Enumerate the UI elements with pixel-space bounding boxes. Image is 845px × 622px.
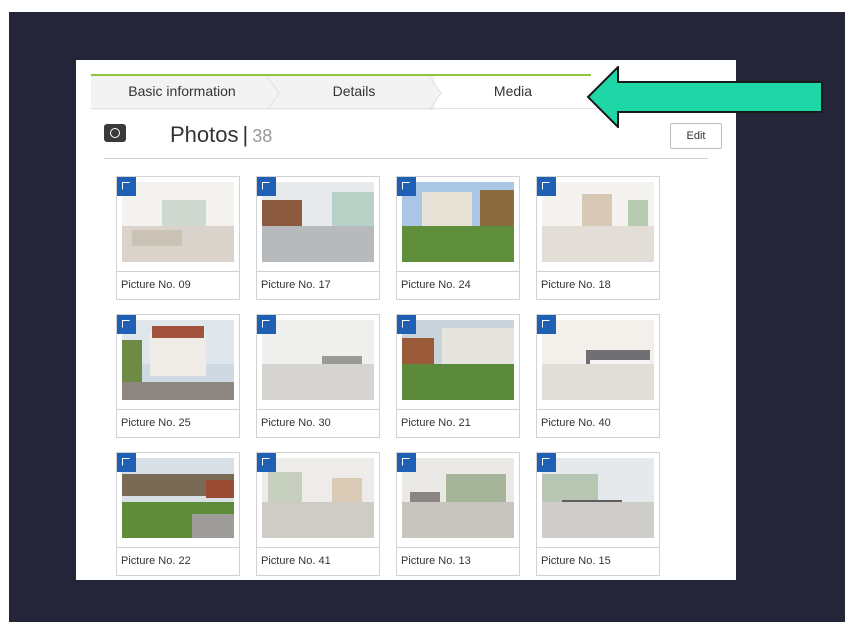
expand-icon[interactable] — [257, 453, 276, 472]
photos-title-text: Photos — [170, 122, 239, 147]
photo-card[interactable]: Picture No. 24 — [396, 176, 520, 300]
photo-caption: Picture No. 21 — [397, 409, 519, 437]
tab-divider — [429, 76, 443, 110]
photo-caption: Picture No. 25 — [117, 409, 239, 437]
media-panel: Basic information Details Media Photos | 3… — [76, 60, 736, 580]
photo-caption: Picture No. 15 — [537, 547, 659, 575]
photo-thumbnail[interactable] — [122, 182, 234, 262]
photo-caption: Picture No. 24 — [397, 271, 519, 299]
photo-caption: Picture No. 18 — [537, 271, 659, 299]
photo-thumbnail[interactable] — [262, 458, 374, 538]
expand-icon[interactable] — [117, 177, 136, 196]
photo-card[interactable]: Picture No. 18 — [536, 176, 660, 300]
photo-card[interactable]: Picture No. 09 — [116, 176, 240, 300]
pointer-arrow-icon — [586, 66, 823, 128]
photo-card[interactable]: Picture No. 13 — [396, 452, 520, 576]
expand-icon[interactable] — [397, 177, 416, 196]
photo-caption: Picture No. 41 — [257, 547, 379, 575]
photos-separator: | — [242, 122, 249, 147]
tab-basic-information[interactable]: Basic information — [91, 76, 273, 110]
photo-caption: Picture No. 13 — [397, 547, 519, 575]
photo-caption: Picture No. 30 — [257, 409, 379, 437]
photo-card[interactable]: Picture No. 15 — [536, 452, 660, 576]
expand-icon[interactable] — [537, 177, 556, 196]
photo-thumbnail[interactable] — [542, 458, 654, 538]
expand-icon[interactable] — [117, 315, 136, 334]
expand-icon[interactable] — [257, 177, 276, 196]
photo-caption: Picture No. 09 — [117, 271, 239, 299]
photos-title: Photos | 38 — [170, 122, 272, 148]
tab-bar: Basic information Details Media — [91, 74, 591, 110]
photo-thumbnail[interactable] — [542, 182, 654, 262]
photos-count: 38 — [252, 126, 273, 146]
photo-thumbnail[interactable] — [402, 182, 514, 262]
photo-card[interactable]: Picture No. 41 — [256, 452, 380, 576]
expand-icon[interactable] — [257, 315, 276, 334]
photo-grid: Picture No. 09 Picture No. 17 Picture No… — [116, 176, 676, 576]
photo-caption: Picture No. 17 — [257, 271, 379, 299]
photo-card[interactable]: Picture No. 30 — [256, 314, 380, 438]
photo-caption: Picture No. 40 — [537, 409, 659, 437]
photo-thumbnail[interactable] — [402, 458, 514, 538]
expand-icon[interactable] — [397, 315, 416, 334]
photo-thumbnail[interactable] — [122, 458, 234, 538]
tab-details[interactable]: Details — [273, 76, 435, 110]
photo-thumbnail[interactable] — [122, 320, 234, 400]
photo-thumbnail[interactable] — [262, 182, 374, 262]
photo-thumbnail[interactable] — [542, 320, 654, 400]
photo-thumbnail[interactable] — [402, 320, 514, 400]
expand-icon[interactable] — [537, 315, 556, 334]
expand-icon[interactable] — [537, 453, 556, 472]
photo-card[interactable]: Picture No. 17 — [256, 176, 380, 300]
expand-icon[interactable] — [117, 453, 136, 472]
photo-caption: Picture No. 22 — [117, 547, 239, 575]
photo-card[interactable]: Picture No. 21 — [396, 314, 520, 438]
tab-media[interactable]: Media — [435, 76, 591, 110]
photo-card[interactable]: Picture No. 40 — [536, 314, 660, 438]
photo-card[interactable]: Picture No. 25 — [116, 314, 240, 438]
expand-icon[interactable] — [397, 453, 416, 472]
tab-divider — [267, 76, 281, 110]
photo-thumbnail[interactable] — [262, 320, 374, 400]
header-divider — [104, 158, 708, 159]
photo-card[interactable]: Picture No. 22 — [116, 452, 240, 576]
camera-icon — [104, 124, 126, 142]
